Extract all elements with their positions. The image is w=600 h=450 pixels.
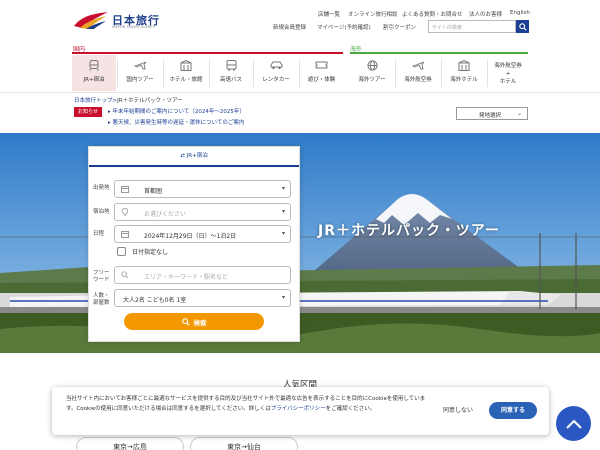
hotel-icon xyxy=(457,59,471,71)
search-icon xyxy=(121,271,129,279)
cookie-body-end: をご確認ください。 xyxy=(325,405,376,412)
nav-item-label: 高速バス xyxy=(219,77,242,83)
date-label: 日程 xyxy=(93,231,105,237)
nav-overseas-rule xyxy=(350,52,528,54)
hotel-icon xyxy=(179,59,193,71)
nav-item-overseas-tour[interactable]: 海外ツアー xyxy=(350,55,394,91)
train-icon xyxy=(87,59,101,71)
chevron-down-icon: ▾ xyxy=(281,230,285,237)
globe-icon xyxy=(365,59,379,71)
brand-tagline: NIPPON TRAVEL AGENCY xyxy=(112,25,156,29)
page-top-button[interactable] xyxy=(556,406,591,441)
nav-item-label: ホテル・旅館 xyxy=(169,77,203,83)
chevron-down-icon: ▾ xyxy=(281,185,285,192)
keyword-placeholder: エリア・キーワード・駅名など xyxy=(144,274,229,281)
calendar-icon xyxy=(121,230,129,238)
link-coupon[interactable]: 割引クーポン xyxy=(383,23,416,31)
breadcrumb-current: JR＋ホテルパック・ツアー xyxy=(117,98,183,104)
chevron-down-icon: ⌄ xyxy=(516,110,522,117)
checkbox[interactable] xyxy=(117,247,126,256)
nav-item-overseas-air[interactable]: 海外航空券 xyxy=(396,55,440,91)
nav-item-air-hotel[interactable]: 海外航空券 + ホテル xyxy=(488,55,528,91)
site-search-input[interactable]: サイト内検索 xyxy=(428,20,516,33)
nav-item-label: 海外航空券 xyxy=(404,77,432,83)
logo-mark-icon xyxy=(74,12,108,29)
date-field[interactable]: 2024年12月29日（日）〜1泊2日 ▾ xyxy=(114,225,291,243)
nav-domestic-rule xyxy=(72,52,343,54)
search-button[interactable]: 検索 xyxy=(124,313,264,330)
cookie-accept-button[interactable]: 同意する xyxy=(489,402,537,419)
link-faq[interactable]: よくある質問・お問合せ xyxy=(402,10,463,18)
plane-icon xyxy=(411,60,425,70)
hero-title: JR＋ホテルパック・ツアー xyxy=(318,223,500,239)
breadcrumb-home[interactable]: 日本旅行トップ xyxy=(74,98,113,104)
search-icon xyxy=(181,317,190,326)
chevron-down-icon: ▾ xyxy=(281,294,285,301)
search-icon xyxy=(518,22,527,31)
nav-bottom-rule xyxy=(0,92,600,93)
breadcrumb: 日本旅行トップ>JR＋ホテルパック・ツアー xyxy=(74,96,183,104)
cookie-reject-button[interactable]: 同意しない xyxy=(436,404,480,417)
car-icon xyxy=(269,60,283,70)
plane-icon xyxy=(133,60,147,70)
notice-badge: お知らせ xyxy=(74,107,102,117)
nav-item-overseas-hotel[interactable]: 海外ホテル xyxy=(442,55,486,91)
departure-field[interactable]: 首都圏 ▾ xyxy=(114,180,291,198)
stay-placeholder: お選びください xyxy=(144,211,187,218)
notice-link-weather[interactable]: 悪天候、災害発生時等の遅延・運休についてのご案内 xyxy=(108,118,245,126)
people-value: 大人2名 こども0名 1室 xyxy=(123,297,187,304)
people-field[interactable]: 大人2名 こども0名 1室 ▾ xyxy=(114,289,291,307)
nav-item-label: 海外ツアー xyxy=(358,77,386,83)
route-button-tokyo-sendai[interactable]: 東京→仙台 xyxy=(190,437,298,450)
pin-icon xyxy=(121,207,129,217)
bus-icon xyxy=(224,59,238,71)
stay-label: 宿泊地 xyxy=(93,209,110,215)
link-mypage[interactable]: マイページ(予約確認) xyxy=(317,23,371,31)
stay-field[interactable]: お選びください ▾ xyxy=(114,203,291,221)
chevron-up-icon xyxy=(565,419,582,429)
no-date-label: 日付指定なし xyxy=(132,249,169,256)
departure-select-value: 発地選択 xyxy=(479,113,502,119)
people-label: 人数・ 部屋数 xyxy=(93,293,110,306)
keyword-field[interactable]: エリア・キーワード・駅名など xyxy=(114,266,291,284)
link-stores[interactable]: 店舗一覧 xyxy=(318,10,340,18)
nav-item-hotel[interactable]: ホテル・旅館 xyxy=(164,55,208,91)
nav-item-label: レンタカー xyxy=(262,77,290,83)
link-english[interactable]: English xyxy=(510,10,530,16)
search-tab-jr-hotel[interactable]: ⇄ JR+宿泊 xyxy=(89,147,299,167)
departure-value: 首都圏 xyxy=(144,188,163,195)
chevron-down-icon: ▾ xyxy=(281,208,285,215)
nav-item-domestic-tour[interactable]: 国内ツアー xyxy=(118,55,162,91)
date-value: 2024年12月29日（日）〜1泊2日 xyxy=(144,233,237,240)
nav-item-label: JR+宿泊 xyxy=(83,77,105,83)
departure-label: 出発地 xyxy=(93,185,110,191)
calendar-icon xyxy=(121,185,129,193)
nav-item-highway-bus[interactable]: 高速バス xyxy=(210,55,252,91)
privacy-policy-link[interactable]: プライバシーポリシー xyxy=(271,406,326,412)
link-register[interactable]: 新規会員登録 xyxy=(273,23,306,31)
nav-item-activities[interactable]: 遊び・体験 xyxy=(300,55,343,91)
nav-item-label: 海外ホテル xyxy=(450,77,478,83)
cookie-banner: 当社サイト内においてお客様ごとに最適なサービスを提供する目的及び当社サイト外で最… xyxy=(52,387,549,435)
site-header: 日本旅行 NIPPON TRAVEL AGENCY 店舗一覧 オンライン旅行相談… xyxy=(0,0,600,40)
search-tab-label: JR+宿泊 xyxy=(186,153,208,159)
site-search-button[interactable] xyxy=(516,20,529,33)
nav-item-rental-car[interactable]: レンタカー xyxy=(254,55,298,91)
nav-item-label: 遊び・体験 xyxy=(307,77,336,83)
nav-item-label: 国内ツアー xyxy=(126,77,154,83)
search-button-label: 検索 xyxy=(193,318,207,327)
link-corporate[interactable]: 法人のお客様 xyxy=(469,10,502,18)
ticket-icon xyxy=(315,60,329,70)
notice-link-new-year[interactable]: 年末年始期間のご案内について（2024年～2025年） xyxy=(108,107,245,115)
keyword-label: フリー ワード xyxy=(93,270,110,283)
no-date-checkbox[interactable]: 日付指定なし xyxy=(117,247,168,256)
site-logo[interactable]: 日本旅行 NIPPON TRAVEL AGENCY xyxy=(72,10,162,34)
departure-select[interactable]: 発地選択 ⌄ xyxy=(456,107,528,120)
cookie-text: 当社サイト内においてお客様ごとに最適なサービスを提供する目的及び当社サイト外で最… xyxy=(66,395,426,414)
link-online-consult[interactable]: オンライン旅行相談 xyxy=(348,10,398,18)
nav-item-jr-hotel[interactable]: JR+宿泊 xyxy=(72,55,116,91)
route-button-tokyo-hiroshima[interactable]: 東京→広島 xyxy=(76,437,184,450)
